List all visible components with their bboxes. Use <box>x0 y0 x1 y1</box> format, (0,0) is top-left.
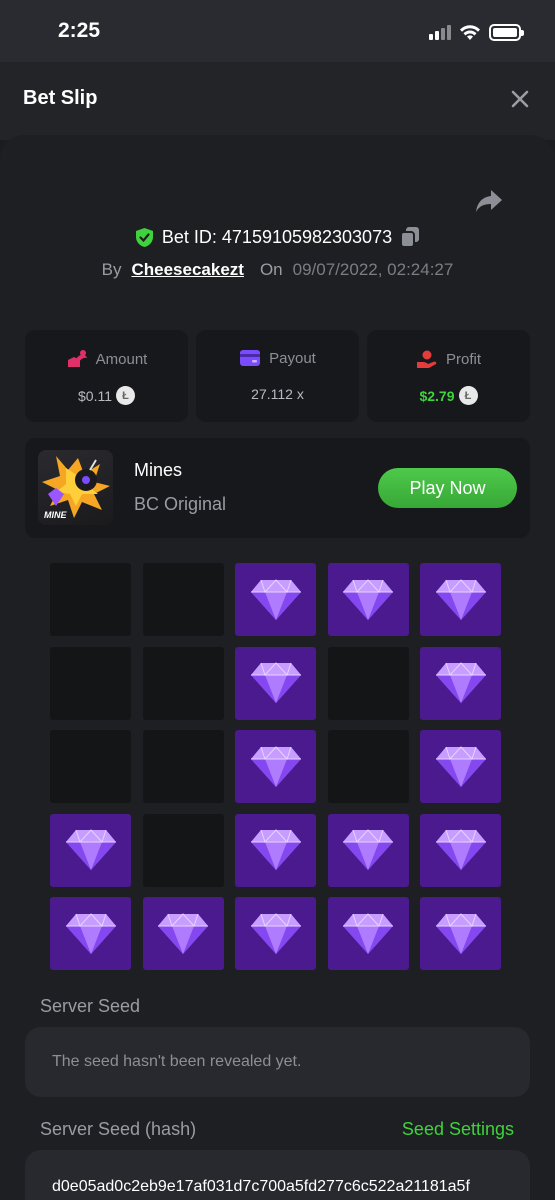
server-seed-hash-label: Server Seed (hash) <box>40 1119 197 1139</box>
diamond-icon <box>435 912 486 954</box>
bet-stats: Amount $0.11 Ł Payout 27.112 x Profit $2… <box>25 330 530 422</box>
stat-value: $0.11 <box>78 387 112 404</box>
shield-check-icon <box>135 227 153 247</box>
bet-slip-header: Bet Slip <box>0 62 555 140</box>
empty-tile[interactable] <box>142 730 224 803</box>
stat-profit: Profit $2.79 Ł <box>367 330 530 422</box>
gem-tile[interactable] <box>327 813 409 887</box>
server-seed-label: Server Seed <box>40 996 141 1016</box>
game-thumbnail[interactable]: MINE <box>38 450 113 525</box>
on-label: On <box>259 260 283 279</box>
gem-tile[interactable] <box>50 813 131 887</box>
diamond-icon <box>250 578 301 620</box>
status-bar: 2:25 <box>0 0 555 62</box>
empty-tile[interactable] <box>327 646 409 720</box>
stat-amount: Amount $0.11 Ł <box>25 330 188 422</box>
gem-tile[interactable] <box>420 897 501 970</box>
share-icon[interactable] <box>474 187 504 215</box>
gem-tile[interactable] <box>327 563 409 636</box>
money-bag-icon <box>67 350 87 367</box>
gem-tile[interactable] <box>420 646 501 720</box>
diamond-icon <box>65 829 116 870</box>
copy-icon[interactable] <box>400 226 420 248</box>
empty-tile[interactable] <box>50 646 131 720</box>
diamond-icon <box>250 662 301 703</box>
empty-tile[interactable] <box>142 646 224 720</box>
diamond-icon <box>250 745 301 787</box>
coin-icon: Ł <box>116 386 135 405</box>
close-icon[interactable] <box>505 84 535 114</box>
bet-id: Bet ID: 47159105982303073 <box>161 226 393 247</box>
stat-label: Profit <box>445 350 481 368</box>
server-seed-hash-field[interactable]: d0e05ad0c2eb9e17af031d7c700a5fd277c6c522… <box>25 1150 530 1200</box>
game-subtitle: BC Original <box>134 494 227 514</box>
mines-grid <box>50 563 501 970</box>
gem-tile[interactable] <box>327 897 409 970</box>
gem-tile[interactable] <box>50 897 131 970</box>
user-link[interactable]: Cheesecakezt <box>131 260 243 280</box>
stat-label: Payout <box>269 349 316 367</box>
empty-tile[interactable] <box>50 730 131 803</box>
stat-payout: Payout 27.112 x <box>196 330 359 422</box>
diamond-icon <box>435 745 486 787</box>
gem-tile[interactable] <box>142 897 224 970</box>
diamond-icon <box>435 578 486 620</box>
diamond-icon <box>343 912 393 954</box>
gem-tile[interactable] <box>420 563 501 636</box>
stat-label: Amount <box>95 350 148 368</box>
gem-tile[interactable] <box>235 730 316 803</box>
gem-tile[interactable] <box>235 897 316 970</box>
empty-tile[interactable] <box>142 813 224 887</box>
wifi-icon <box>460 24 480 40</box>
empty-tile[interactable] <box>142 563 224 636</box>
status-time: 2:25 <box>58 19 101 42</box>
stat-value: 27.112 x <box>251 386 304 402</box>
diamond-icon <box>250 912 301 954</box>
stat-value: $2.79 <box>419 387 455 404</box>
diamond-icon <box>435 662 486 703</box>
hand-coin-icon <box>416 350 437 368</box>
diamond-icon <box>250 829 301 870</box>
gem-tile[interactable] <box>235 646 316 720</box>
battery-icon <box>489 23 524 41</box>
gem-tile[interactable] <box>235 813 316 887</box>
gem-tile[interactable] <box>420 813 501 887</box>
page-title: Bet Slip <box>23 87 98 109</box>
gem-tile[interactable] <box>420 730 501 803</box>
by-label: By <box>101 260 122 279</box>
diamond-icon <box>158 912 208 954</box>
diamond-icon <box>65 912 116 954</box>
game-thumb-label: MINE <box>44 510 67 520</box>
status-icons <box>429 20 524 44</box>
bet-id-row: Bet ID: 47159105982303073 <box>0 226 555 248</box>
game-row: MINE Mines BC Original Play Now <box>25 438 530 538</box>
empty-tile[interactable] <box>327 730 409 803</box>
signal-icon <box>429 24 451 40</box>
card-icon <box>240 350 261 366</box>
bet-date: 09/07/2022, 02:24:27 <box>292 260 454 279</box>
coin-icon: Ł <box>458 386 478 405</box>
play-now-button[interactable]: Play Now <box>378 468 517 508</box>
bet-meta-row: By Cheesecakezt On 09/07/2022, 02:24:27 <box>0 260 555 280</box>
gem-tile[interactable] <box>235 563 316 636</box>
diamond-icon <box>435 829 486 870</box>
server-seed-field: The seed hasn't been revealed yet. <box>25 1027 530 1097</box>
empty-tile[interactable] <box>50 563 131 636</box>
diamond-icon <box>343 829 393 870</box>
diamond-icon <box>343 578 393 620</box>
game-name: Mines <box>134 460 183 480</box>
seed-settings-link[interactable]: Seed Settings <box>402 1119 514 1140</box>
